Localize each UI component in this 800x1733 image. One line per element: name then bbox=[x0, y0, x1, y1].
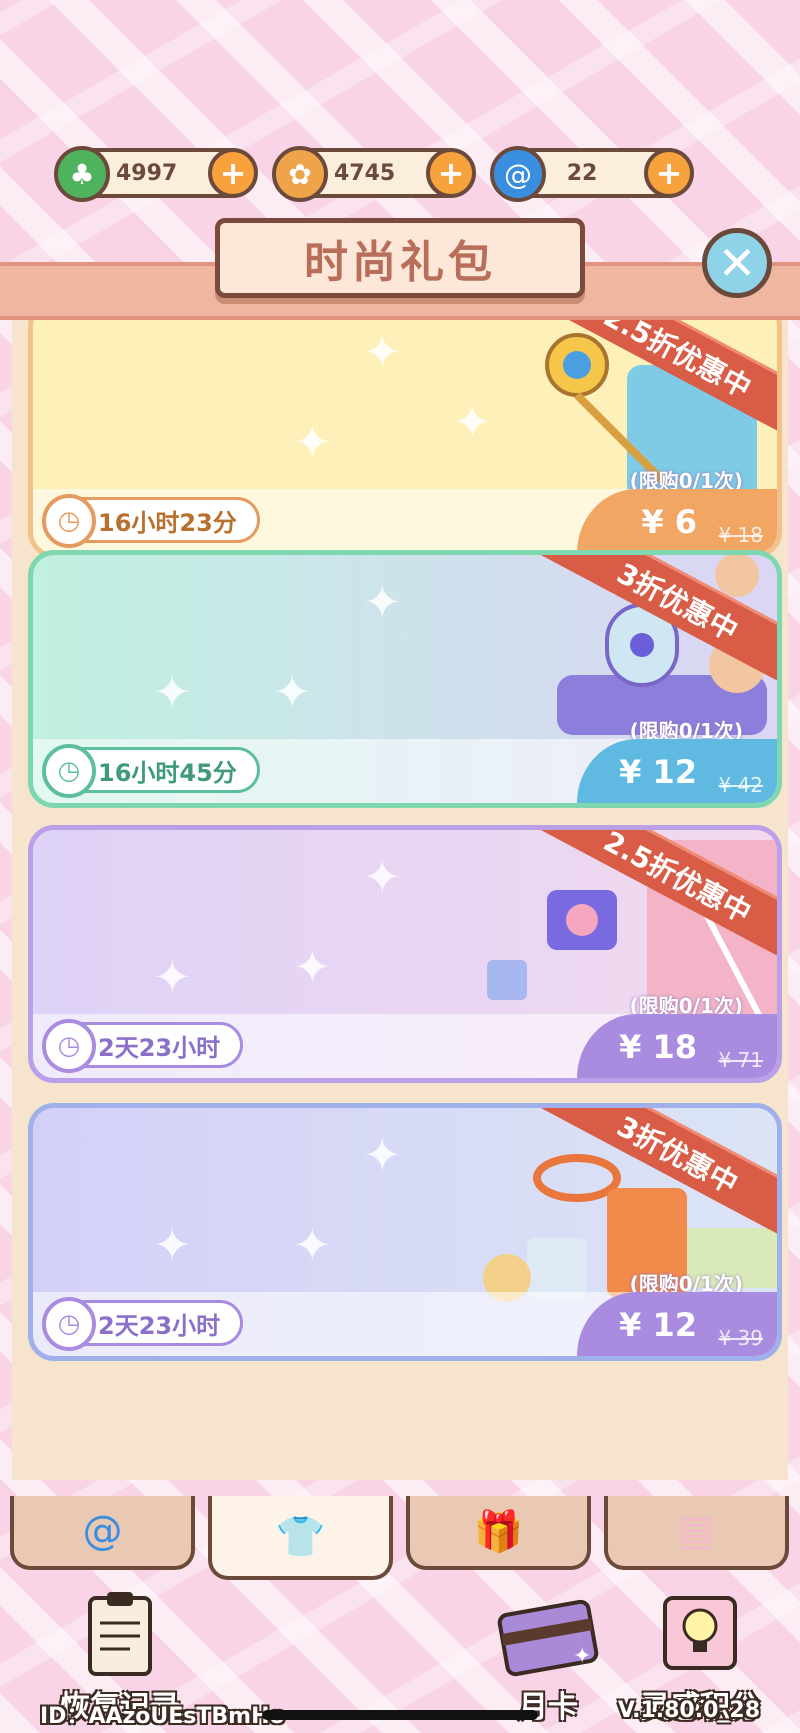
clock-icon: ◷ bbox=[42, 1019, 96, 1073]
pack-card-welcome[interactable]: ✦ ✦ ✦ 2.5折优惠中 (限购0/1次) ◷ 16小时23分 ¥ 6 ¥ 1… bbox=[28, 320, 782, 558]
sparkle-icon: ✦ bbox=[293, 940, 332, 994]
clover-icon: ♣ bbox=[54, 146, 110, 202]
pack-list[interactable]: ✦ ✦ ✦ 2.5折优惠中 (限购0/1次) ◷ 16小时23分 ¥ 6 ¥ 1… bbox=[12, 320, 788, 1480]
countdown-timer: ◷ 2天23小时 bbox=[42, 1297, 244, 1351]
countdown-timer: ◷ 16小时45分 bbox=[42, 744, 260, 798]
pack-card-cat-home[interactable]: ✦ ✦ ✦ 3折优惠中 (限购0/1次) ◷ 2天23小时 ¥ 12 ¥ 39 bbox=[28, 1103, 782, 1361]
tab-gifts[interactable]: 🎁 bbox=[406, 1496, 591, 1570]
original-price: ¥ 39 bbox=[718, 1326, 763, 1350]
sparkle-icon: ✦ bbox=[153, 950, 192, 1004]
original-price: ¥ 42 bbox=[718, 773, 763, 797]
timer-text: 16小时23分 bbox=[98, 508, 237, 537]
gift-box-icon: 🎁 bbox=[473, 1508, 524, 1555]
price[interactable]: ¥ 18 bbox=[619, 1028, 697, 1066]
countdown-timer: ◷ 16小时23分 bbox=[42, 494, 260, 548]
page-title: 时尚礼包 bbox=[304, 237, 496, 288]
home-indicator[interactable] bbox=[262, 1710, 538, 1720]
original-price: ¥ 18 bbox=[718, 523, 763, 547]
sparkle-icon: ✦ bbox=[153, 665, 192, 719]
tab-scroll[interactable]: ▤ bbox=[604, 1496, 789, 1570]
countdown-timer: ◷ 2天23小时 bbox=[42, 1019, 244, 1073]
timer-text: 2天23小时 bbox=[98, 1311, 221, 1340]
add-coin-button[interactable]: + bbox=[426, 148, 476, 198]
pack-card-morning[interactable]: ✦ ✦ ✦ 3折优惠中 (限购0/1次) ◷ 16小时45分 ¥ 12 ¥ 42 bbox=[28, 550, 782, 808]
add-gem-button[interactable]: + bbox=[644, 148, 694, 198]
price[interactable]: ¥ 12 bbox=[619, 753, 697, 791]
title-plate: 时尚礼包 bbox=[215, 218, 585, 298]
sparkle-icon: ✦ bbox=[293, 415, 332, 469]
swirl-gem-icon: @ bbox=[82, 1508, 123, 1554]
close-button[interactable]: ✕ bbox=[702, 228, 772, 298]
version-text: V.1.80.0_28 bbox=[617, 1698, 760, 1723]
clock-icon: ◷ bbox=[42, 1297, 96, 1351]
swirl-gem-icon: @ bbox=[490, 146, 546, 202]
currency-bar: ♣ 4997 + ✿ 4745 + @ 22 + bbox=[54, 146, 694, 202]
currency-value: 22 bbox=[566, 160, 598, 186]
flower-coin-icon: ✿ bbox=[272, 146, 328, 202]
sparkle-icon: ✦ bbox=[273, 665, 312, 719]
close-icon: ✕ bbox=[717, 236, 757, 290]
sparkle-icon: ✦ bbox=[293, 1218, 332, 1272]
tab-fashion[interactable]: 👕 bbox=[208, 1496, 393, 1580]
tab-gems[interactable]: @ bbox=[10, 1496, 195, 1570]
clock-icon: ◷ bbox=[42, 744, 96, 798]
lightbulb-icon bbox=[663, 1596, 737, 1670]
sparkle-icon: ✦ bbox=[363, 575, 402, 629]
timer-text: 2天23小时 bbox=[98, 1033, 221, 1062]
price[interactable]: ¥ 12 bbox=[619, 1306, 697, 1344]
user-id: ID：AAzoUEsTBmHo bbox=[40, 1704, 285, 1729]
currency-gem: @ 22 + bbox=[490, 146, 694, 202]
currency-coin: ✿ 4745 + bbox=[272, 146, 476, 202]
currency-clover: ♣ 4997 + bbox=[54, 146, 258, 202]
clipboard-icon bbox=[88, 1592, 152, 1676]
pack-card-two-room[interactable]: ✦ ✦ ✦ 2.5折优惠中 (限购0/1次) ◷ 2天23小时 ¥ 18 ¥ 7… bbox=[28, 825, 782, 1083]
currency-value: 4997 bbox=[116, 160, 178, 186]
svg-text:✦: ✦ bbox=[573, 1644, 591, 1669]
scroll-icon: ▤ bbox=[677, 1508, 716, 1554]
original-price: ¥ 71 bbox=[718, 1048, 763, 1072]
monthly-card-button[interactable]: ✦ 月卡 bbox=[488, 1588, 608, 1726]
category-tabs: @ 👕 🎁 ▤ bbox=[10, 1496, 790, 1580]
sparkle-icon: ✦ bbox=[363, 325, 402, 379]
sparkle-icon: ✦ bbox=[363, 850, 402, 904]
currency-value: 4745 bbox=[334, 160, 396, 186]
sparkle-icon: ✦ bbox=[153, 1218, 192, 1272]
shirt-icon: 👕 bbox=[275, 1513, 326, 1560]
price[interactable]: ¥ 6 bbox=[641, 503, 697, 541]
clock-icon: ◷ bbox=[42, 494, 96, 548]
add-clover-button[interactable]: + bbox=[208, 148, 258, 198]
timer-text: 16小时45分 bbox=[98, 758, 237, 787]
sparkle-icon: ✦ bbox=[363, 1128, 402, 1182]
card-icon: ✦ bbox=[497, 1599, 599, 1677]
